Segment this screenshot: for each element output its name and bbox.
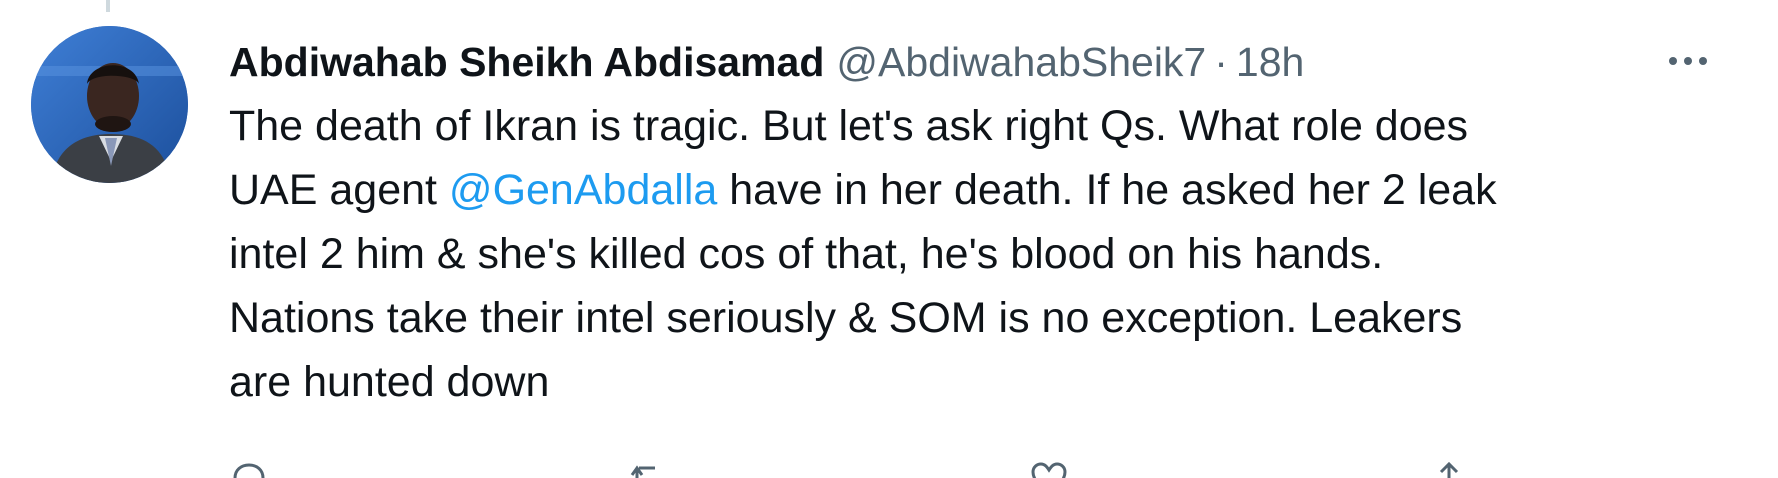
thread-connector-line xyxy=(106,0,110,12)
share-icon[interactable] xyxy=(1429,460,1469,478)
tweet-actions xyxy=(229,460,1589,478)
like-icon[interactable] xyxy=(1029,460,1069,478)
tweet-text-line: Nations take their intel seriously & SOM… xyxy=(229,286,1709,350)
text-segment: have in her death. If he asked her 2 lea… xyxy=(717,166,1497,214)
more-dot xyxy=(1684,57,1692,65)
more-dot xyxy=(1669,57,1677,65)
reply-icon[interactable] xyxy=(229,460,269,478)
author-name[interactable]: Abdiwahab Sheikh Abdisamad xyxy=(229,34,824,90)
text-segment: UAE agent xyxy=(229,166,449,214)
tweet-text-line: The death of Ikran is tragic. But let's … xyxy=(229,94,1709,158)
tweet-text-line: UAE agent @GenAbdalla have in her death.… xyxy=(229,158,1709,222)
tweet-card[interactable]: Abdiwahab Sheikh Abdisamad @AbdiwahabShe… xyxy=(0,0,1778,478)
more-dot xyxy=(1699,57,1707,65)
header-separator: · xyxy=(1214,39,1228,85)
text-segment: The death of Ikran is tragic. But let's … xyxy=(229,102,1469,150)
retweet-icon[interactable] xyxy=(629,460,669,478)
author-handle[interactable]: @AbdiwahabSheik7 xyxy=(836,34,1206,90)
mention-link[interactable]: @GenAbdalla xyxy=(449,166,717,214)
more-horizontal-icon[interactable] xyxy=(1658,46,1718,76)
text-segment: are hunted down xyxy=(229,358,550,406)
tweet-text-line: are hunted down xyxy=(229,350,1709,414)
text-segment: Nations take their intel seriously & SOM… xyxy=(229,294,1463,342)
text-segment: intel 2 him & she's killed cos of that, … xyxy=(229,230,1384,278)
tweet-content: Abdiwahab Sheikh Abdisamad @AbdiwahabShe… xyxy=(229,34,1699,414)
tweet-timestamp[interactable]: 18h xyxy=(1236,34,1304,90)
author-avatar[interactable] xyxy=(31,26,188,183)
tweet-text-line: intel 2 him & she's killed cos of that, … xyxy=(229,222,1709,286)
tweet-text: The death of Ikran is tragic. But let's … xyxy=(229,94,1709,414)
tweet-header: Abdiwahab Sheikh Abdisamad @AbdiwahabShe… xyxy=(229,34,1699,90)
